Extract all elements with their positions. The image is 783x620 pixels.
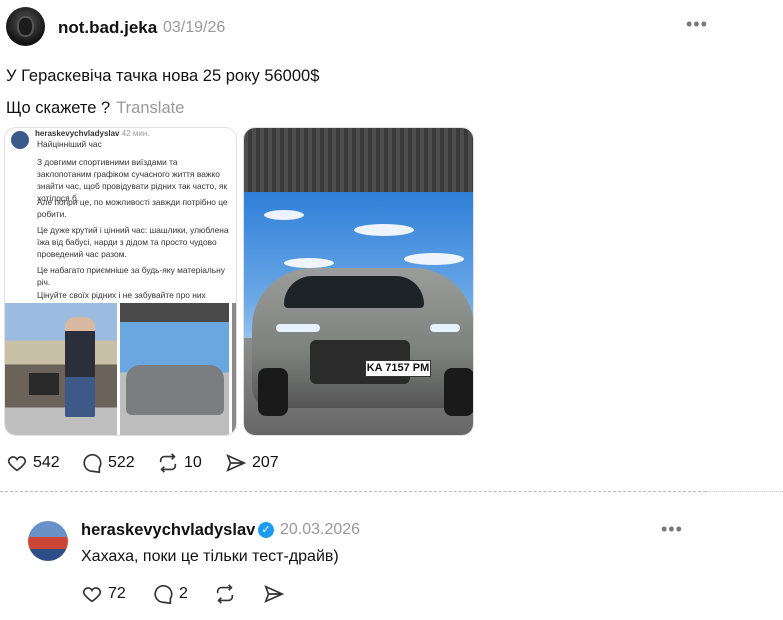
car-photo-small <box>120 303 229 435</box>
threads-page: not.bad.jeka 03/19/26 ••• У Гераскевіча … <box>0 0 783 620</box>
comment-like-count: 72 <box>108 585 126 602</box>
screenshot-username: heraskevychvladyslav 42 мин. <box>35 129 150 138</box>
comment-share-button[interactable] <box>263 583 285 605</box>
bbq-photo <box>5 303 117 435</box>
post-text-line2: Що скажете ? Translate <box>6 99 184 118</box>
send-icon <box>226 454 247 472</box>
comment-count: 522 <box>108 454 135 471</box>
partial-photo <box>232 303 236 435</box>
media-image-screenshot[interactable]: heraskevychvladyslav 42 мин. Найцінніший… <box>4 127 237 436</box>
post-more-icon[interactable]: ••• <box>686 14 708 35</box>
screenshot-text-1: Найцінніший час <box>37 139 102 149</box>
send-icon <box>264 585 285 603</box>
comment-reply-button[interactable]: 2 <box>152 583 188 605</box>
comment-icon <box>83 453 102 474</box>
translate-link[interactable]: Translate <box>116 99 184 117</box>
comment-icon <box>154 584 173 605</box>
like-count: 542 <box>33 454 60 471</box>
repost-count: 10 <box>184 454 202 471</box>
author-avatar[interactable] <box>6 7 45 46</box>
post-question: Що скажете ? <box>6 99 111 117</box>
screenshot-text-5: Це набагато приємніше за будь-яку матері… <box>37 265 225 287</box>
media-image-car[interactable]: KA 7157 PM <box>243 127 474 436</box>
comment-reply-count: 2 <box>179 585 188 602</box>
license-plate: KA 7157 PM <box>365 360 431 377</box>
comment-repost-button[interactable] <box>214 583 236 605</box>
screenshot-text-6: Цінуйте своїх рідних і не забувайте про … <box>37 290 206 300</box>
screenshot-photos <box>5 303 236 435</box>
screenshot-text-4: Це дуже крутий і цінний час: шашлики, ул… <box>37 225 229 259</box>
heart-icon <box>7 456 27 472</box>
post-text-line1: У Гераскевіча тачка нова 25 року 56000$ <box>6 67 320 85</box>
comment-username[interactable]: heraskevychvladyslav <box>81 521 255 540</box>
comment-like-button[interactable]: 72 <box>81 583 126 605</box>
comment-date: 20.03.2026 <box>280 521 361 538</box>
heart-icon <box>82 587 102 603</box>
canopy-roof <box>244 128 473 192</box>
like-button[interactable]: 542 <box>6 452 60 474</box>
verified-badge-icon: ✓ <box>258 522 274 538</box>
repost-button[interactable]: 10 <box>157 452 202 474</box>
screenshot-text-3: Але попри це, по можливості завжди потрі… <box>37 197 228 219</box>
share-button[interactable]: 207 <box>225 452 279 474</box>
repost-icon <box>216 584 234 604</box>
divider <box>0 491 706 492</box>
author-username[interactable]: not.bad.jeka <box>58 18 157 38</box>
share-count: 207 <box>252 454 279 471</box>
comment-text: Хахаха, поки це тільки тест-драйв) <box>81 548 339 565</box>
post-date: 03/19/26 <box>163 19 226 36</box>
comment-more-icon[interactable]: ••• <box>661 519 683 540</box>
comment-author-avatar[interactable] <box>28 521 68 561</box>
comment-button[interactable]: 522 <box>81 452 135 474</box>
screenshot-avatar <box>11 131 29 149</box>
repost-icon <box>159 453 177 473</box>
